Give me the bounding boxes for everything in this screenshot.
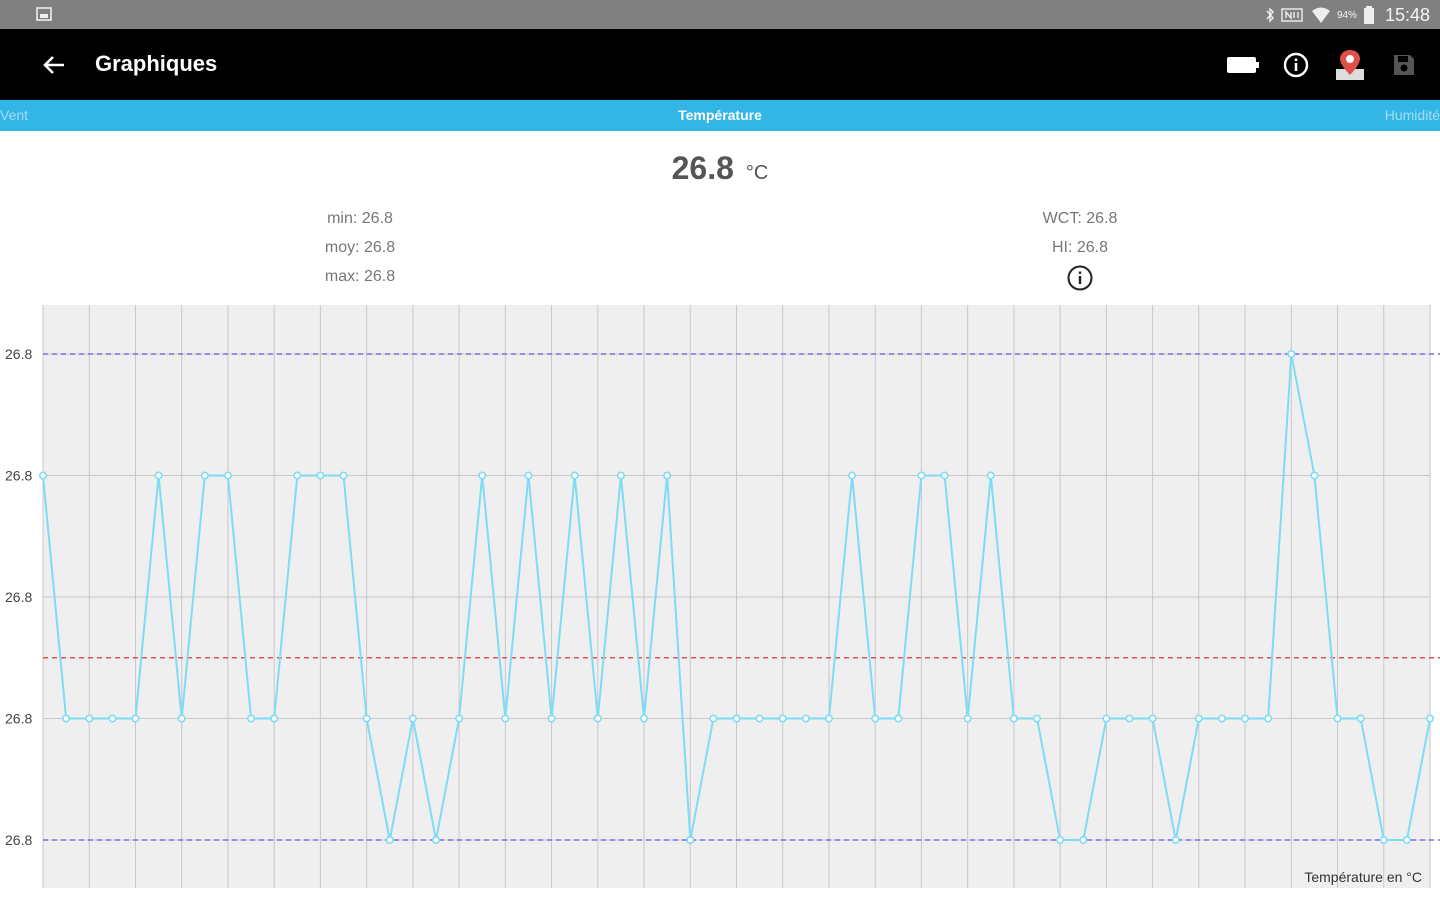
data-point: [686, 835, 695, 844]
app-toolbar: Graphiques: [0, 29, 1440, 100]
data-point: [1264, 714, 1273, 723]
data-point: [871, 714, 880, 723]
data-point: [1171, 835, 1180, 844]
data-point: [917, 471, 926, 480]
data-point: [293, 471, 302, 480]
data-point: [986, 471, 995, 480]
data-point: [408, 714, 417, 723]
info-circle-icon[interactable]: [1066, 264, 1094, 292]
bluetooth-icon: [1266, 7, 1274, 23]
data-point: [1379, 835, 1388, 844]
tab-humidite[interactable]: Humidité: [1385, 107, 1440, 123]
data-point: [1310, 471, 1319, 480]
data-point: [663, 471, 672, 480]
data-point: [478, 471, 487, 480]
data-point: [1333, 714, 1342, 723]
data-point: [1033, 714, 1042, 723]
data-point: [62, 714, 71, 723]
battery-icon[interactable]: [1224, 46, 1262, 84]
page-title: Graphiques: [95, 51, 218, 76]
data-point: [501, 714, 510, 723]
data-point: [247, 714, 256, 723]
data-point: [177, 714, 186, 723]
data-point: [339, 471, 348, 480]
data-point: [524, 471, 533, 480]
data-point: [755, 714, 764, 723]
data-point: [709, 714, 718, 723]
data-point: [1241, 714, 1250, 723]
data-point: [362, 714, 371, 723]
data-point: [848, 471, 857, 480]
current-reading: 26.8 °C: [0, 150, 1440, 187]
stats-wct-hi: WCT: 26.8 HI: 26.8: [980, 204, 1180, 292]
data-point: [547, 714, 556, 723]
data-point: [38, 471, 47, 480]
data-point: [455, 714, 464, 723]
battery-icon: [1363, 6, 1374, 24]
data-point: [801, 714, 810, 723]
data-point: [1287, 349, 1296, 358]
data-point: [385, 835, 394, 844]
data-point: [316, 471, 325, 480]
data-point: [1217, 714, 1226, 723]
data-point: [1356, 714, 1365, 723]
stat-min: min: 26.8: [327, 210, 393, 227]
data-point: [640, 714, 649, 723]
data-point: [131, 714, 140, 723]
data-point: [431, 835, 440, 844]
y-axis-label: Température en °C: [1304, 869, 1422, 885]
tab-strip: Vent Température Humidité: [0, 100, 1440, 131]
data-point: [940, 471, 949, 480]
y-tick-label: 26.8: [5, 832, 32, 848]
data-point: [1009, 714, 1018, 723]
y-tick-label: 26.8: [5, 468, 32, 484]
temperature-chart: 26.8 26.8 26.8 26.8 26.8 Température en °C: [0, 300, 1440, 900]
data-point: [1402, 835, 1411, 844]
data-point: [85, 714, 94, 723]
status-bar: 94% 15:48: [0, 0, 1440, 29]
data-point: [824, 714, 833, 723]
y-tick-label: 26.8: [5, 711, 32, 727]
y-tick-label: 26.8: [5, 589, 32, 605]
data-point: [963, 714, 972, 723]
temperature-chart-svg: 26.8 26.8 26.8 26.8 26.8 Température en °C: [5, 305, 1440, 888]
nfc-icon: [1281, 8, 1303, 22]
stats-min-avg-max: min: 26.8 moy: 26.8 max: 26.8: [260, 204, 460, 291]
current-temperature-value: 26.8: [671, 150, 734, 186]
battery-percent: 94%: [1336, 9, 1357, 21]
data-point: [593, 714, 602, 723]
data-point: [616, 471, 625, 480]
tab-temperature[interactable]: Température: [0, 107, 1440, 123]
data-point: [1148, 714, 1157, 723]
data-point: [778, 714, 787, 723]
stat-wct: WCT: 26.8: [1042, 210, 1118, 227]
data-point: [270, 714, 279, 723]
data-point: [732, 714, 741, 723]
data-point: [1079, 835, 1088, 844]
save-icon[interactable]: [1385, 46, 1423, 84]
map-pin-icon[interactable]: [1331, 46, 1369, 84]
data-point: [1102, 714, 1111, 723]
back-arrow-icon[interactable]: [38, 49, 70, 81]
data-point: [154, 471, 163, 480]
data-point: [108, 714, 117, 723]
data-point: [894, 714, 903, 723]
data-point: [1125, 714, 1134, 723]
data-point: [1194, 714, 1203, 723]
stat-hi: HI: 26.8: [1051, 239, 1109, 256]
gallery-icon: [36, 7, 52, 21]
stat-avg: moy: 26.8: [324, 239, 396, 256]
info-icon[interactable]: [1277, 46, 1315, 84]
data-point: [1426, 714, 1435, 723]
wifi-icon: [1311, 7, 1330, 23]
data-point: [223, 471, 232, 480]
y-tick-label: 26.8: [5, 346, 32, 362]
status-clock: 15:48: [1384, 4, 1430, 25]
data-point: [1056, 835, 1065, 844]
data-point: [570, 471, 579, 480]
stat-max: max: 26.8: [324, 268, 396, 285]
current-temperature-unit: °C: [745, 162, 769, 184]
data-point: [200, 471, 209, 480]
